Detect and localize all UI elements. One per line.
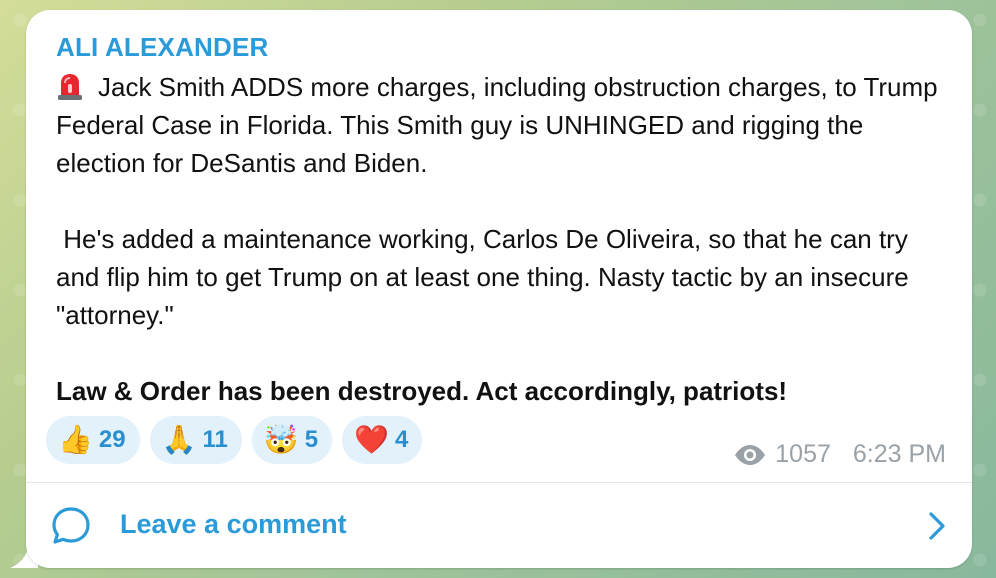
eye-icon <box>735 444 766 465</box>
rotating-light-siren-icon <box>58 74 82 100</box>
message-paragraph-2: He's added a maintenance working, Carlos… <box>56 224 916 330</box>
folded-hands-icon: 🙏 <box>161 423 197 456</box>
message-paragraph-3: Law & Order has been destroyed. Act acco… <box>56 376 788 406</box>
reaction-thumbs-up[interactable]: 👍 29 <box>46 416 140 464</box>
reaction-count: 5 <box>304 426 319 453</box>
reaction-count: 4 <box>394 426 409 453</box>
message-text: Jack Smith ADDS more charges, including … <box>56 68 946 410</box>
reaction-count: 11 <box>202 426 228 453</box>
thumbs-up-icon: 👍 <box>58 423 93 456</box>
reactions-bar: 👍 29 🙏 11 🤯 5 ❤️ 4 <box>46 416 423 464</box>
chevron-right-icon <box>929 512 945 540</box>
reaction-red-heart[interactable]: ❤️ 4 <box>342 416 423 464</box>
message-paragraph-1-text: Jack Smith ADDS more charges, including … <box>56 72 938 178</box>
sender-name[interactable]: ALI ALEXANDER <box>56 32 269 63</box>
message-meta: 1057 6:23 PM <box>733 440 946 469</box>
message-bubble: ALI ALEXANDER Jack Smith ADDS more charg… <box>26 10 972 568</box>
reaction-exploding-head[interactable]: 🤯 5 <box>251 416 333 464</box>
reaction-count: 29 <box>98 426 126 453</box>
leave-comment-button[interactable]: Leave a comment <box>26 483 972 568</box>
view-count: 1057 <box>775 440 831 468</box>
red-heart-icon: ❤️ <box>354 423 389 456</box>
message-time: 6:23 PM <box>852 440 946 468</box>
exploding-head-icon: 🤯 <box>263 423 299 456</box>
comment-bubble-icon <box>52 507 90 544</box>
message-paragraph-1: Jack Smith ADDS more charges, including … <box>56 68 946 182</box>
reaction-folded-hands[interactable]: 🙏 11 <box>149 416 242 464</box>
leave-comment-label: Leave a comment <box>120 509 347 539</box>
